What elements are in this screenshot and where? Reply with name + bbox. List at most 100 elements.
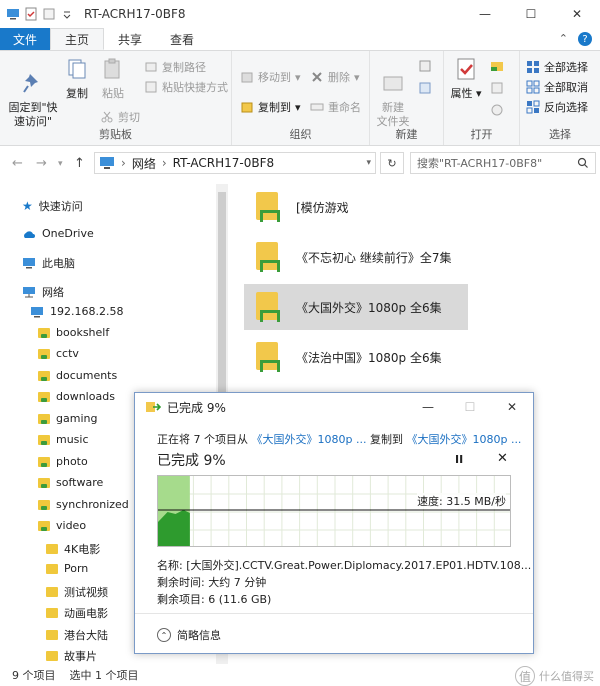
nav-folder-software[interactable]: software — [38, 476, 103, 489]
breadcrumb-host[interactable]: RT-ACRH17-0BF8 — [173, 156, 275, 170]
nav-folder-downloads[interactable]: downloads — [38, 390, 115, 403]
nav-folder-bookshelf[interactable]: bookshelf — [38, 326, 109, 339]
nav-subfolder-feature[interactable]: 故事片 — [46, 648, 97, 664]
nav-folder-video[interactable]: video — [38, 519, 86, 532]
nav-folder-synchronized[interactable]: synchronized — [38, 498, 129, 511]
list-item-selected[interactable]: 《大国外交》1080p 全6集 — [244, 284, 468, 330]
rename-button[interactable]: 重命名 — [310, 99, 361, 115]
nav-subfolder-4k[interactable]: 4K电影 — [46, 541, 100, 557]
nav-subfolder-porn[interactable]: Porn — [46, 562, 88, 575]
paste-icon — [104, 58, 120, 79]
nav-folder-documents[interactable]: documents — [38, 369, 117, 382]
nav-host[interactable]: 192.168.2.58 — [30, 305, 123, 318]
nav-folder-photo[interactable]: photo — [38, 455, 88, 468]
copy-to-text: 复制到 — [369, 433, 403, 446]
forward-icon[interactable]: → — [36, 156, 47, 171]
minimize-button[interactable]: — — [462, 0, 508, 28]
copy-prefix: 正在将 7 个项目从 — [157, 433, 248, 446]
dialog-close-button[interactable]: ✕ — [491, 393, 533, 421]
address-dropdown-icon[interactable]: ▾ — [366, 158, 371, 168]
star-icon: ★ — [22, 199, 33, 213]
pin-quick-access-button[interactable]: 固定到"快 速访问" — [6, 57, 60, 129]
tab-share[interactable]: 共享 — [104, 28, 156, 50]
list-item[interactable]: 《法治中国》1080p 全6集 — [244, 334, 468, 380]
file-name: 《不忘初心 继续前行》全7集 — [296, 250, 452, 265]
shared-folder-icon — [38, 477, 50, 488]
edit-icon[interactable] — [490, 81, 504, 95]
copy-path-label: 复制路径 — [162, 61, 206, 74]
move-to-button[interactable]: 移动到 ▾ — [240, 69, 301, 85]
scissors-icon — [101, 111, 113, 123]
up-icon[interactable]: ↑ — [74, 156, 85, 171]
help-icon[interactable]: ? — [578, 32, 592, 46]
nav-subfolder-test[interactable]: 测试视频 — [46, 584, 108, 600]
customize-toolbar-icon[interactable] — [60, 7, 74, 21]
destination-link[interactable]: 《大国外交》1080p ... — [406, 433, 521, 446]
copy-to-button[interactable]: 复制到 ▾ — [240, 99, 301, 115]
nav-onedrive[interactable]: OneDrive — [22, 227, 94, 240]
open-folder-icon[interactable] — [490, 59, 506, 73]
nav-folder-cctv[interactable]: cctv — [38, 347, 79, 360]
select-all-button[interactable]: 全部选择 — [526, 59, 588, 75]
nav-network[interactable]: 网络 — [22, 284, 64, 300]
transfer-speed-graph: 速度: 31.5 MB/秒 — [157, 475, 511, 547]
copy-to-label: 复制到 — [258, 101, 291, 114]
collapse-ribbon-icon[interactable]: ⌃ — [559, 32, 568, 46]
tab-view[interactable]: 查看 — [156, 28, 208, 50]
nav-quick-access[interactable]: ★ 快速访问 — [22, 198, 83, 214]
copy-button[interactable]: 复制 — [62, 57, 92, 101]
shared-folder-icon — [250, 238, 290, 276]
nav-label: documents — [56, 369, 118, 382]
dialog-title: 已完成 9% — [167, 400, 226, 415]
tab-file[interactable]: 文件 — [0, 28, 50, 50]
copy-path-button[interactable]: 复制路径 — [144, 59, 206, 75]
list-item[interactable]: 《不忘初心 继续前行》全7集 — [244, 234, 468, 280]
nav-subfolder-animation[interactable]: 动画电影 — [46, 605, 108, 621]
nav-subfolder-hk-tw[interactable]: 港台大陆 — [46, 627, 108, 643]
search-input[interactable]: 搜索"RT-ACRH17-0BF8" — [410, 152, 596, 174]
shared-folder-icon — [38, 456, 50, 467]
dialog-minimize-button[interactable]: — — [407, 393, 449, 421]
nav-folder-music[interactable]: music — [38, 433, 89, 446]
cut-button[interactable]: 剪切 — [100, 109, 140, 125]
chevron-up-icon: ⌃ — [157, 628, 171, 642]
copy-icon — [68, 59, 86, 79]
maximize-button[interactable]: ☐ — [508, 0, 554, 28]
title-bar: RT-ACRH17-0BF8 — ☐ ✕ — [0, 0, 600, 28]
invert-selection-button[interactable]: 反向选择 — [526, 99, 588, 115]
new-folder-icon[interactable] — [42, 7, 56, 21]
nav-label: video — [56, 519, 87, 532]
nav-this-pc[interactable]: 此电脑 — [22, 255, 75, 271]
select-none-button[interactable]: 全部取消 — [526, 79, 588, 95]
quick-access-toolbar — [0, 7, 74, 21]
cancel-copy-button[interactable]: ✕ — [497, 451, 508, 466]
open-group-label: 打开 — [470, 128, 493, 141]
history-icon[interactable] — [490, 103, 504, 117]
close-button[interactable]: ✕ — [554, 0, 600, 28]
fewer-details-button[interactable]: ⌃ 简略信息 — [157, 627, 221, 643]
properties-button[interactable]: 属性 ▾ — [450, 57, 482, 101]
tab-home[interactable]: 主页 — [50, 28, 105, 50]
pause-button[interactable]: II — [455, 453, 463, 466]
new-folder-button[interactable]: 新建 文件夹 — [374, 57, 412, 129]
easy-access-icon[interactable] — [418, 81, 432, 95]
recent-locations-icon[interactable]: ▾ — [58, 159, 63, 169]
breadcrumb-network[interactable]: 网络 — [132, 155, 156, 172]
open-group: 属性 ▾ 打开 — [444, 51, 520, 145]
properties-icon[interactable] — [24, 7, 38, 21]
address-field[interactable]: › 网络 › RT-ACRH17-0BF8 ▾ — [94, 152, 376, 174]
paste-button[interactable]: 粘贴 — [98, 57, 128, 101]
nav-label: 快速访问 — [38, 200, 83, 213]
dialog-maximize-button[interactable]: ☐ — [449, 393, 491, 421]
nav-folder-gaming[interactable]: gaming — [38, 412, 97, 425]
copy-progress-icon — [146, 402, 161, 412]
paste-shortcut-button[interactable]: 粘贴快捷方式 — [144, 79, 228, 95]
copy-label: 复制 — [66, 87, 88, 100]
new-item-icon[interactable] — [418, 59, 432, 73]
computer-icon — [100, 157, 114, 169]
refresh-button[interactable]: ↻ — [380, 152, 404, 174]
source-link[interactable]: 《大国外交》1080p ... — [252, 433, 367, 446]
back-icon[interactable]: ← — [12, 156, 23, 171]
delete-button[interactable]: 删除 ▾ — [310, 69, 360, 85]
list-item[interactable]: [模仿游戏 — [244, 184, 468, 230]
